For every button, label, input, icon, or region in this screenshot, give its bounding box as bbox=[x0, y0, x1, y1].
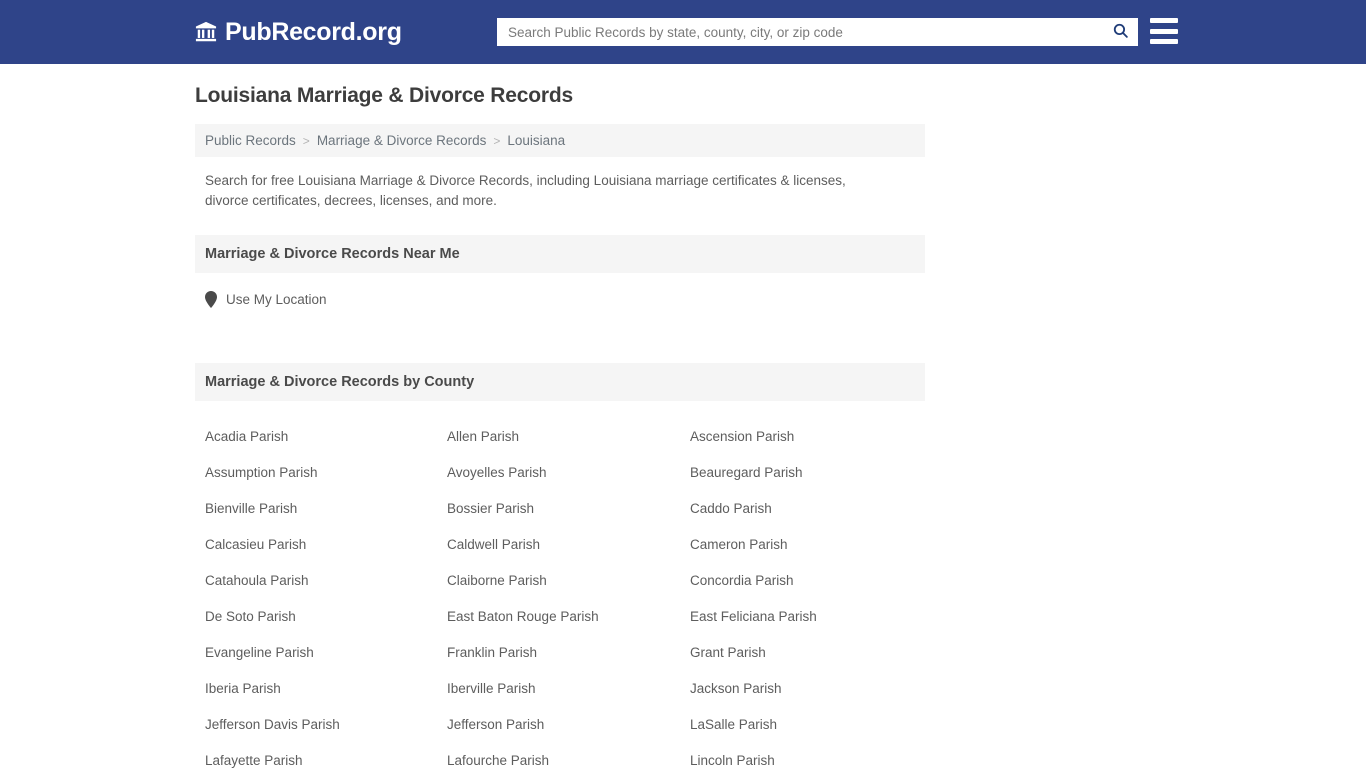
county-link[interactable]: Calcasieu Parish bbox=[205, 527, 447, 563]
breadcrumb-item-marriage-divorce-records[interactable]: Marriage & Divorce Records bbox=[317, 133, 487, 148]
use-my-location-link[interactable]: Use My Location bbox=[226, 292, 327, 307]
county-link[interactable]: Jackson Parish bbox=[690, 671, 935, 707]
county-link[interactable]: Allen Parish bbox=[447, 419, 690, 455]
county-link[interactable]: Iberville Parish bbox=[447, 671, 690, 707]
county-link[interactable]: Catahoula Parish bbox=[205, 563, 447, 599]
county-link[interactable]: LaSalle Parish bbox=[690, 707, 935, 743]
county-links-grid: Acadia Parish Allen Parish Ascension Paris… bbox=[195, 401, 925, 768]
county-link[interactable]: Evangeline Parish bbox=[205, 635, 447, 671]
county-link[interactable]: Acadia Parish bbox=[205, 419, 447, 455]
county-link[interactable]: East Baton Rouge Parish bbox=[447, 599, 690, 635]
search-submit-button[interactable] bbox=[1103, 19, 1137, 45]
breadcrumb-item-louisiana[interactable]: Louisiana bbox=[507, 133, 565, 148]
county-link[interactable]: Cameron Parish bbox=[690, 527, 935, 563]
use-my-location-row[interactable]: Use My Location bbox=[195, 273, 925, 308]
county-link[interactable]: De Soto Parish bbox=[205, 599, 447, 635]
county-link[interactable]: East Feliciana Parish bbox=[690, 599, 935, 635]
section-heading-by-county: Marriage & Divorce Records by County bbox=[195, 363, 925, 401]
county-link[interactable]: Ascension Parish bbox=[690, 419, 935, 455]
county-link[interactable]: Franklin Parish bbox=[447, 635, 690, 671]
breadcrumb-item-public-records[interactable]: Public Records bbox=[205, 133, 296, 148]
site-logo-text: PubRecord.org bbox=[225, 17, 402, 46]
county-link[interactable]: Jefferson Davis Parish bbox=[205, 707, 447, 743]
county-link[interactable]: Beauregard Parish bbox=[690, 455, 935, 491]
near-me-section: Use My Location bbox=[195, 273, 925, 339]
main-content: Louisiana Marriage & Divorce Records Pub… bbox=[0, 64, 1366, 768]
county-link[interactable]: Lincoln Parish bbox=[690, 743, 935, 768]
site-logo-link[interactable]: PubRecord.org bbox=[195, 18, 402, 47]
county-link[interactable]: Assumption Parish bbox=[205, 455, 447, 491]
page-title: Louisiana Marriage & Divorce Records bbox=[195, 84, 573, 107]
county-link[interactable]: Avoyelles Parish bbox=[447, 455, 690, 491]
county-link[interactable]: Caldwell Parish bbox=[447, 527, 690, 563]
breadcrumb: Public Records > Marriage & Divorce Reco… bbox=[195, 124, 925, 157]
county-link[interactable]: Concordia Parish bbox=[690, 563, 935, 599]
breadcrumb-separator-1: > bbox=[302, 133, 310, 148]
site-header: PubRecord.org bbox=[0, 0, 1366, 64]
page-description: Search for free Louisiana Marriage & Div… bbox=[205, 173, 846, 208]
search-bar[interactable] bbox=[497, 18, 1138, 46]
section-heading-near-me: Marriage & Divorce Records Near Me bbox=[195, 235, 925, 273]
county-link[interactable]: Iberia Parish bbox=[205, 671, 447, 707]
county-link[interactable]: Bienville Parish bbox=[205, 491, 447, 527]
county-link[interactable]: Claiborne Parish bbox=[447, 563, 690, 599]
bank-icon bbox=[195, 21, 217, 43]
search-icon bbox=[1112, 22, 1129, 42]
county-link[interactable]: Grant Parish bbox=[690, 635, 935, 671]
hamburger-bar-2 bbox=[1150, 28, 1178, 34]
hamburger-bar-1 bbox=[1150, 18, 1178, 23]
search-input[interactable] bbox=[498, 19, 1103, 45]
breadcrumb-separator-2: > bbox=[493, 133, 501, 148]
county-link[interactable]: Jefferson Parish bbox=[447, 707, 690, 743]
county-link[interactable]: Lafourche Parish bbox=[447, 743, 690, 768]
county-link[interactable]: Lafayette Parish bbox=[205, 743, 447, 768]
map-pin-icon bbox=[205, 291, 217, 308]
hamburger-bar-3 bbox=[1150, 39, 1178, 44]
county-link[interactable]: Bossier Parish bbox=[447, 491, 690, 527]
county-link[interactable]: Caddo Parish bbox=[690, 491, 935, 527]
hamburger-menu-icon[interactable] bbox=[1150, 18, 1178, 44]
